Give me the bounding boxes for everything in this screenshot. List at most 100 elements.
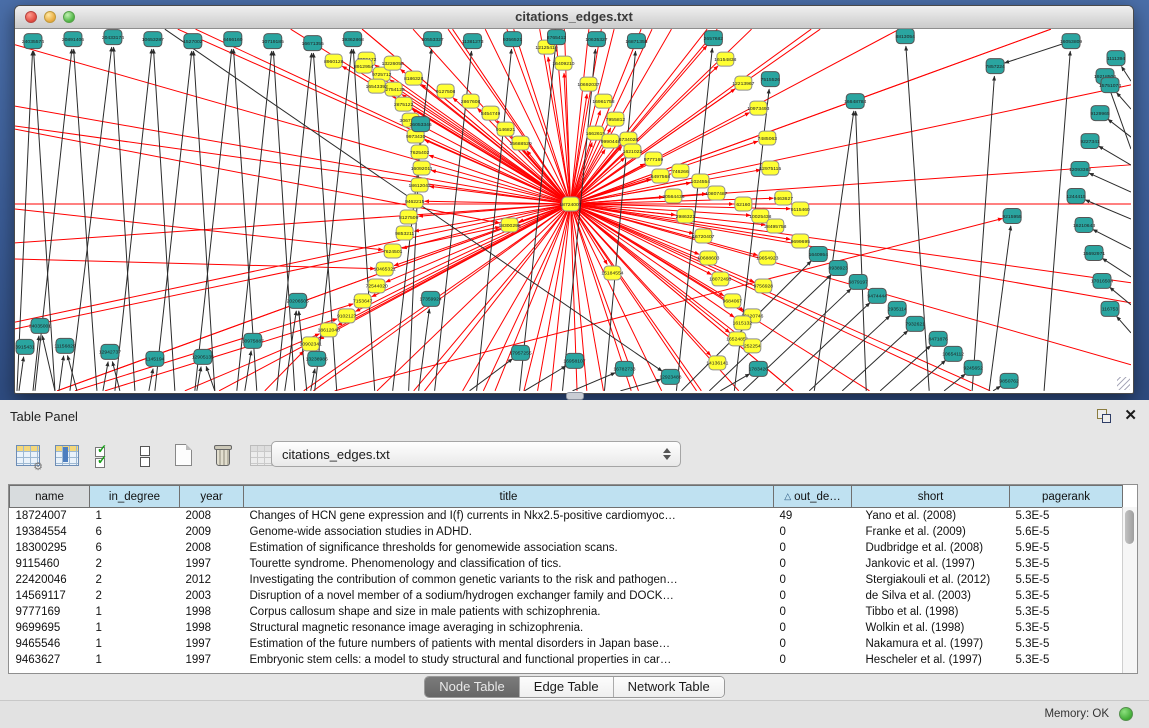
network-node[interactable]: 8938923	[829, 260, 849, 275]
network-node[interactable]: 16053809	[1060, 34, 1082, 49]
table-cell[interactable]: Investigating the contribution of common…	[244, 572, 774, 588]
table-cell[interactable]: 5.3E-5	[1010, 508, 1123, 525]
network-node[interactable]: 14136141	[706, 356, 728, 370]
network-node[interactable]: 26053346	[410, 117, 432, 132]
table-cell[interactable]: Wolkin et al. (1998)	[852, 620, 1010, 636]
delete-column-icon[interactable]	[209, 441, 237, 471]
table-cell[interactable]: Tourette syndrome. Phenomenology and cla…	[244, 556, 774, 572]
table-cell[interactable]: 5.3E-5	[1010, 588, 1123, 604]
network-node[interactable]: 20206505	[287, 293, 309, 308]
table-cell[interactable]: 5.3E-5	[1010, 556, 1123, 572]
table-cell[interactable]: 5.3E-5	[1010, 652, 1123, 668]
network-node[interactable]: 8186328	[404, 71, 424, 85]
table-cell[interactable]: 19384554	[10, 524, 90, 540]
table-cell[interactable]: 0	[774, 604, 852, 620]
network-node[interactable]: 9127508	[436, 84, 456, 98]
table-row[interactable]: 2242004622012Investigating the contribut…	[10, 572, 1123, 588]
close-panel-icon[interactable]: ✕	[1124, 406, 1137, 424]
select-columns-icon[interactable]: ✓ ✓	[92, 441, 120, 471]
table-cell[interactable]: 2009	[180, 524, 244, 540]
table-cell[interactable]: 49	[774, 508, 852, 525]
network-node[interactable]: 72544020	[366, 279, 388, 293]
network-node[interactable]: 8765412	[547, 30, 567, 45]
network-node[interactable]: 7624501	[383, 244, 403, 258]
network-node[interactable]: 30975887	[242, 333, 264, 348]
table-cell[interactable]: Estimation of the future numbers of pati…	[244, 636, 774, 652]
table-cell[interactable]: 9699695	[10, 620, 90, 636]
network-node[interactable]: 18072493	[709, 272, 731, 286]
table-cell[interactable]: 2	[90, 572, 180, 588]
network-node[interactable]: 2875122	[394, 97, 414, 111]
table-cell[interactable]: 5.5E-5	[1010, 572, 1123, 588]
table-cell[interactable]: 0	[774, 524, 852, 540]
network-node[interactable]: 16543392	[366, 79, 388, 93]
network-node[interactable]: 10553327	[422, 32, 444, 47]
network-node[interactable]: 6466160	[223, 32, 243, 47]
network-node[interactable]: 10688603	[697, 251, 719, 265]
network-node[interactable]: 1527002	[183, 34, 203, 49]
network-node[interactable]: 10902341	[300, 337, 322, 351]
network-node[interactable]: 7932621	[905, 316, 925, 331]
network-window[interactable]: citations_edges.txt 18724007735347297257…	[14, 5, 1134, 394]
network-graph[interactable]: 1872400773534729725712127541252875122306…	[15, 29, 1131, 391]
network-node[interactable]: 10973493	[747, 101, 769, 115]
network-node[interactable]: 11156829	[54, 338, 76, 353]
network-node[interactable]: 9462215	[405, 194, 425, 208]
network-node[interactable]: 7955812	[606, 112, 626, 126]
network-node[interactable]: 17957255	[509, 345, 531, 360]
network-node[interactable]: 19654923	[756, 251, 778, 265]
network-node[interactable]: 9684067	[723, 294, 743, 308]
network-node[interactable]: 18612040	[318, 323, 340, 337]
table-cell[interactable]: 2	[90, 556, 180, 572]
table-cell[interactable]: Tibbo et al. (1998)	[852, 604, 1010, 620]
network-node[interactable]: 9245652	[963, 360, 983, 375]
network-node[interactable]: 9853211	[395, 226, 414, 240]
column-header-in-degree[interactable]: in_degree	[90, 486, 180, 508]
table-cell[interactable]: 2003	[180, 588, 244, 604]
network-node[interactable]: 7857224	[985, 59, 1005, 74]
network-canvas[interactable]: 1872400773534729725712127541252875122306…	[15, 29, 1131, 391]
network-node[interactable]: 19362868	[342, 32, 364, 47]
table-scrollbar[interactable]	[1122, 507, 1137, 673]
table-row[interactable]: 946362711997Embryonic stem cells: a mode…	[10, 652, 1123, 668]
network-node[interactable]: 7153647	[353, 294, 373, 308]
table-cell[interactable]: 1997	[180, 652, 244, 668]
table-cell[interactable]: 6	[90, 524, 180, 540]
network-node[interactable]: 2657682	[704, 31, 724, 46]
table-cell[interactable]: Structural magnetic resonance image aver…	[244, 620, 774, 636]
table-row[interactable]: 1872400712008Changes of HCN gene express…	[10, 508, 1123, 525]
network-node[interactable]: 6879197	[849, 274, 869, 289]
column-header-short[interactable]: short	[852, 486, 1010, 508]
network-node[interactable]: 116753	[1101, 301, 1119, 316]
table-cell[interactable]: 2008	[180, 508, 244, 525]
network-node[interactable]: 1783426	[749, 361, 769, 376]
table-cell[interactable]: 1998	[180, 604, 244, 620]
network-node[interactable]: 9463627	[774, 191, 794, 205]
table-cell[interactable]: Corpus callosum shape and size in male p…	[244, 604, 774, 620]
table-cell[interactable]: 6	[90, 540, 180, 556]
table-cell[interactable]: 5.3E-5	[1010, 620, 1123, 636]
table-cell[interactable]: 5.6E-5	[1010, 524, 1123, 540]
network-node[interactable]: 1024554	[691, 174, 711, 188]
tab-network-table[interactable]: Network Table	[614, 677, 724, 697]
network-node[interactable]: 10692037	[577, 77, 599, 91]
table-cell[interactable]: 9777169	[10, 604, 90, 620]
network-table-selector[interactable]: citations_edges.txt	[271, 441, 681, 467]
network-node[interactable]: 12905135	[192, 349, 214, 364]
network-node[interactable]: 28495758	[764, 219, 786, 233]
table-cell[interactable]: 9115460	[10, 556, 90, 572]
network-node[interactable]: 11381273	[462, 34, 484, 49]
table-cell[interactable]: 1998	[180, 620, 244, 636]
network-node[interactable]: 1615132	[733, 316, 753, 330]
table-cell[interactable]: 1	[90, 636, 180, 652]
table-row[interactable]: 1456911722003Disruption of a novel membe…	[10, 588, 1123, 604]
table-cell[interactable]: de Silva et al. (2003)	[852, 588, 1010, 604]
network-node[interactable]: 9115460	[791, 202, 810, 216]
network-node[interactable]: 10719185	[262, 34, 284, 49]
table-cell[interactable]: 2008	[180, 540, 244, 556]
network-node[interactable]: 8912954	[354, 59, 374, 73]
table-cell[interactable]: Franke et al. (2009)	[852, 524, 1010, 540]
network-node[interactable]: 1145194	[145, 351, 164, 366]
network-node[interactable]: 2986322	[676, 209, 696, 223]
table-cell[interactable]: Estimation of significance thresholds fo…	[244, 540, 774, 556]
